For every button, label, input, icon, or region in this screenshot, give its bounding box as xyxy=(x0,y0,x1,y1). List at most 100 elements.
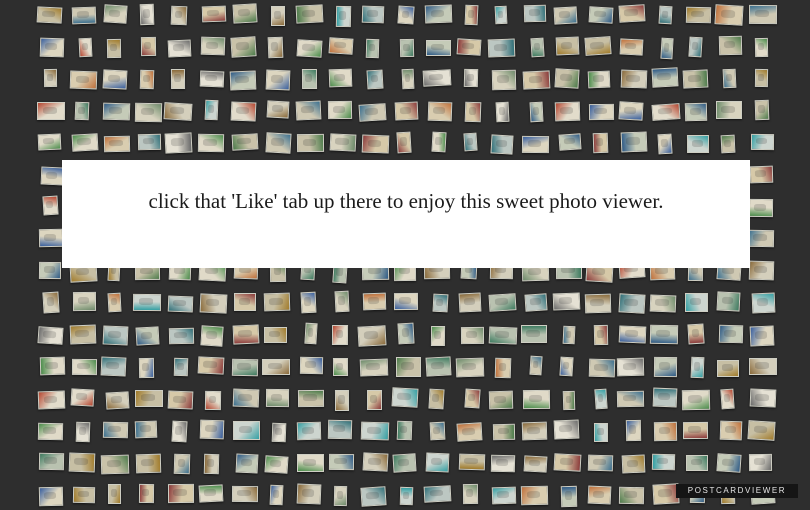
postcard-thumbnail[interactable] xyxy=(491,486,517,505)
postcard-thumbnail[interactable] xyxy=(232,324,260,345)
postcard-thumbnail[interactable] xyxy=(269,484,284,506)
postcard-thumbnail[interactable] xyxy=(530,37,545,58)
postcard-thumbnail[interactable] xyxy=(37,390,66,410)
postcard-thumbnail[interactable] xyxy=(38,486,64,507)
postcard-thumbnail[interactable] xyxy=(423,485,452,503)
postcard-thumbnail[interactable] xyxy=(304,322,318,345)
postcard-thumbnail[interactable] xyxy=(391,387,419,408)
postcard-thumbnail[interactable] xyxy=(71,358,98,376)
postcard-thumbnail[interactable] xyxy=(552,292,581,311)
postcard-thumbnail[interactable] xyxy=(524,293,548,312)
postcard-thumbnail[interactable] xyxy=(555,36,580,56)
postcard-thumbnail[interactable] xyxy=(265,132,292,154)
postcard-thumbnail[interactable] xyxy=(425,39,452,57)
postcard-thumbnail[interactable] xyxy=(396,420,413,441)
postcard-thumbnail[interactable] xyxy=(296,483,322,505)
postcard-thumbnail[interactable] xyxy=(523,455,548,473)
postcard-thumbnail[interactable] xyxy=(681,389,711,411)
postcard-thumbnail[interactable] xyxy=(328,68,353,88)
postcard-thumbnail[interactable] xyxy=(523,4,547,23)
postcard-thumbnail[interactable] xyxy=(69,324,97,345)
postcard-thumbnail[interactable] xyxy=(37,133,62,151)
postcard-thumbnail[interactable] xyxy=(588,6,614,24)
postcard-thumbnail[interactable] xyxy=(455,357,485,378)
postcard-thumbnail[interactable] xyxy=(170,5,188,26)
postcard-thumbnail[interactable] xyxy=(397,322,415,345)
postcard-thumbnail[interactable] xyxy=(682,69,709,89)
postcard-thumbnail[interactable] xyxy=(232,388,260,408)
postcard-thumbnail[interactable] xyxy=(362,292,387,311)
postcard-thumbnail[interactable] xyxy=(137,133,162,151)
postcard-thumbnail[interactable] xyxy=(360,421,390,441)
postcard-thumbnail[interactable] xyxy=(139,69,155,90)
postcard-thumbnail[interactable] xyxy=(37,422,64,441)
postcard-thumbnail[interactable] xyxy=(327,419,353,440)
postcard-thumbnail[interactable] xyxy=(651,453,676,471)
postcard-thumbnail[interactable] xyxy=(296,39,323,58)
postcard-thumbnail[interactable] xyxy=(203,453,220,475)
postcard-thumbnail[interactable] xyxy=(522,70,551,90)
postcard-thumbnail[interactable] xyxy=(430,325,446,347)
postcard-thumbnail[interactable] xyxy=(334,290,350,313)
postcard-thumbnail[interactable] xyxy=(427,101,453,122)
postcard-thumbnail[interactable] xyxy=(651,67,679,88)
postcard-thumbnail[interactable] xyxy=(201,5,227,23)
postcard-thumbnail[interactable] xyxy=(197,133,225,153)
postcard-thumbnail[interactable] xyxy=(488,293,517,312)
postcard-thumbnail[interactable] xyxy=(362,452,389,472)
postcard-thumbnail[interactable] xyxy=(748,4,778,25)
postcard-thumbnail[interactable] xyxy=(204,390,222,411)
postcard-thumbnail[interactable] xyxy=(168,327,195,345)
postcard-thumbnail[interactable] xyxy=(431,131,447,153)
postcard-thumbnail[interactable] xyxy=(42,291,60,314)
postcard-thumbnail[interactable] xyxy=(521,421,548,441)
postcard-thumbnail[interactable] xyxy=(72,486,96,504)
postcard-thumbnail[interactable] xyxy=(393,292,419,311)
postcard-thumbnail[interactable] xyxy=(720,134,736,154)
postcard-thumbnail[interactable] xyxy=(688,36,703,58)
postcard-thumbnail[interactable] xyxy=(588,358,616,378)
postcard-thumbnail[interactable] xyxy=(587,454,614,472)
postcard-thumbnail[interactable] xyxy=(424,4,453,24)
postcard-thumbnail[interactable] xyxy=(199,419,225,440)
postcard-thumbnail[interactable] xyxy=(686,134,710,154)
postcard-thumbnail[interactable] xyxy=(138,483,155,504)
postcard-thumbnail[interactable] xyxy=(271,6,285,26)
postcard-thumbnail[interactable] xyxy=(684,292,709,313)
postcard-thumbnail[interactable] xyxy=(36,6,63,24)
postcard-thumbnail[interactable] xyxy=(70,388,95,407)
postcard-thumbnail[interactable] xyxy=(360,486,387,507)
postcard-thumbnail[interactable] xyxy=(265,388,290,408)
postcard-thumbnail[interactable] xyxy=(100,454,130,475)
postcard-thumbnail[interactable] xyxy=(138,357,155,379)
postcard-thumbnail[interactable] xyxy=(754,37,769,58)
postcard-thumbnail[interactable] xyxy=(620,69,648,89)
postcard-thumbnail[interactable] xyxy=(334,389,350,412)
postcard-thumbnail[interactable] xyxy=(296,133,325,153)
postcard-thumbnail[interactable] xyxy=(102,421,129,439)
postcard-thumbnail[interactable] xyxy=(107,292,122,313)
postcard-thumbnail[interactable] xyxy=(103,4,128,24)
postcard-thumbnail[interactable] xyxy=(71,6,97,25)
postcard-thumbnail[interactable] xyxy=(38,261,62,280)
postcard-thumbnail[interactable] xyxy=(553,453,582,472)
postcard-thumbnail[interactable] xyxy=(102,325,129,346)
postcard-thumbnail[interactable] xyxy=(717,360,739,377)
postcard-thumbnail[interactable] xyxy=(429,421,446,441)
postcard-thumbnail[interactable] xyxy=(653,356,678,378)
postcard-thumbnail[interactable] xyxy=(685,6,712,24)
postcard-thumbnail[interactable] xyxy=(714,4,744,26)
postcard-thumbnail[interactable] xyxy=(592,132,609,154)
postcard-thumbnail[interactable] xyxy=(722,68,737,89)
postcard-thumbnail[interactable] xyxy=(297,454,324,472)
postcard-thumbnail[interactable] xyxy=(587,70,611,89)
postcard-thumbnail[interactable] xyxy=(263,292,291,312)
postcard-thumbnail[interactable] xyxy=(134,102,163,123)
postcard-thumbnail[interactable] xyxy=(72,291,97,312)
postcard-thumbnail[interactable] xyxy=(685,454,709,472)
postcard-thumbnail[interactable] xyxy=(331,324,349,346)
postcard-thumbnail[interactable] xyxy=(554,101,581,122)
postcard-thumbnail[interactable] xyxy=(103,135,131,153)
postcard-thumbnail[interactable] xyxy=(553,6,578,25)
postcard-thumbnail[interactable] xyxy=(38,228,64,248)
